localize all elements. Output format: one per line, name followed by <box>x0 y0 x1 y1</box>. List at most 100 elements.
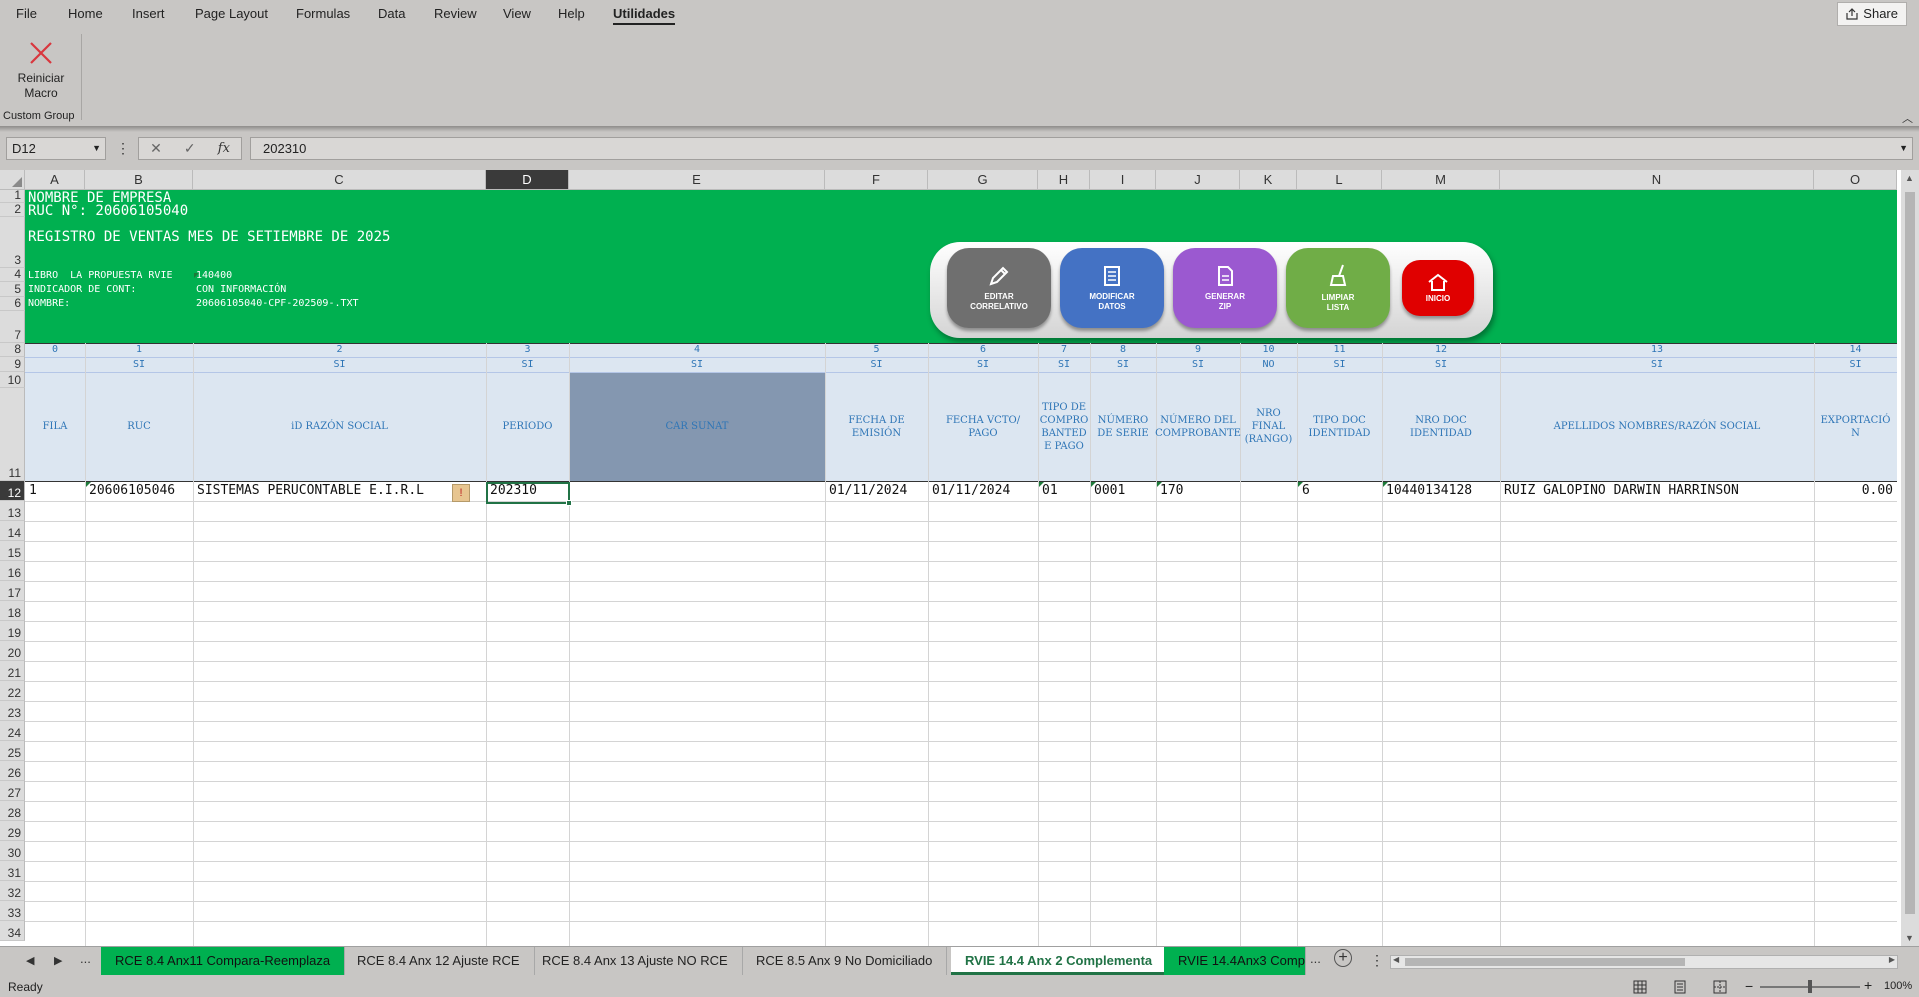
row-header-33[interactable]: 33 <box>0 901 25 921</box>
tab-page-layout[interactable]: Page Layout <box>195 6 268 21</box>
column-header-o[interactable]: O <box>1814 170 1897 190</box>
scroll-right-icon[interactable]: ▶ <box>1889 955 1895 964</box>
tab-data[interactable]: Data <box>378 6 405 21</box>
column-header-g[interactable]: G <box>928 170 1038 190</box>
formula-input[interactable]: 202310 ▼ <box>250 137 1913 160</box>
row-header-6[interactable]: 6 <box>0 296 25 311</box>
row-header-24[interactable]: 24 <box>0 721 25 741</box>
row-header-16[interactable]: 16 <box>0 561 25 581</box>
column-header-k[interactable]: K <box>1240 170 1297 190</box>
zoom-slider-knob[interactable] <box>1808 980 1812 993</box>
enter-icon[interactable]: ✓ <box>184 140 196 157</box>
sheet-tab-rce-anx9[interactable]: RCE 8.5 Anx 9 No Domiciliado <box>742 947 948 975</box>
cell-apellidos[interactable]: RUIZ GALOPINO DARWIN HARRINSON <box>1504 482 1812 500</box>
cell-fila[interactable]: 1 <box>29 482 83 500</box>
column-header-f[interactable]: F <box>825 170 928 190</box>
row-header-3[interactable]: 3 <box>0 217 25 268</box>
row-header-30[interactable]: 30 <box>0 841 25 861</box>
generar-zip-button[interactable]: GENERAR ZIP <box>1173 248 1277 328</box>
sheet-tab-rce-anx13[interactable]: RCE 8.4 Anx 13 Ajuste NO RCE <box>528 947 743 975</box>
column-header-n[interactable]: N <box>1500 170 1814 190</box>
row-header-25[interactable]: 25 <box>0 741 25 761</box>
column-header-m[interactable]: M <box>1382 170 1500 190</box>
warning-icon[interactable]: ! <box>452 484 470 502</box>
name-box[interactable]: D12 ▼ <box>6 137 106 160</box>
tab-review[interactable]: Review <box>434 6 477 21</box>
cell-razon-social[interactable]: SISTEMAS PERUCONTABLE E.I.R.L <box>197 482 451 500</box>
row-header-22[interactable]: 22 <box>0 681 25 701</box>
cell-numero-serie[interactable]: 0001 <box>1094 482 1154 500</box>
row-header-32[interactable]: 32 <box>0 881 25 901</box>
row-header-10[interactable]: 10 <box>0 372 25 388</box>
more-options-icon[interactable]: ⋮ <box>116 140 130 157</box>
sheet-options-icon[interactable]: ⋮ <box>1370 952 1384 969</box>
row-header-19[interactable]: 19 <box>0 621 25 641</box>
cell-ruc[interactable]: 20606105046 <box>89 482 191 500</box>
vertical-scrollbar[interactable]: ▲ ▼ <box>1901 170 1919 946</box>
scroll-down-icon[interactable]: ▼ <box>1905 933 1914 943</box>
row-header-4[interactable]: 4 <box>0 267 25 282</box>
fill-handle[interactable] <box>566 500 572 506</box>
page-layout-view-icon[interactable] <box>1673 980 1687 994</box>
reiniciar-macro-button[interactable]: Reiniciar Macro <box>6 34 76 104</box>
row-header-9[interactable]: 9 <box>0 357 25 372</box>
cell-numero-comprobante[interactable]: 170 <box>1160 482 1238 500</box>
column-header-l[interactable]: L <box>1297 170 1382 190</box>
chevron-down-icon[interactable]: ▼ <box>92 138 101 159</box>
sheet-tab-rvie-anx2[interactable]: RVIE 14.4 Anx 2 Complementa <box>951 947 1168 975</box>
expand-formula-icon[interactable]: ▼ <box>1899 138 1908 159</box>
select-all-corner[interactable] <box>0 170 25 190</box>
tab-formulas[interactable]: Formulas <box>296 6 350 21</box>
modificar-datos-button[interactable]: MODIFICAR DATOS <box>1060 248 1164 328</box>
row-header-17[interactable]: 17 <box>0 581 25 601</box>
more-sheets-left[interactable]: ... <box>80 951 91 966</box>
cancel-icon[interactable]: ✕ <box>150 140 162 157</box>
sheet-tab-rce-anx11[interactable]: RCE 8.4 Anx11 Compara-Reemplaza <box>101 947 346 975</box>
row-header-31[interactable]: 31 <box>0 861 25 881</box>
row-header-7[interactable]: 7 <box>0 311 25 343</box>
row-header-18[interactable]: 18 <box>0 601 25 621</box>
cell-tipo-doc[interactable]: 6 <box>1302 482 1380 500</box>
horizontal-scroll-thumb[interactable] <box>1405 958 1685 966</box>
row-header-29[interactable]: 29 <box>0 821 25 841</box>
column-header-h[interactable]: H <box>1038 170 1090 190</box>
tab-file[interactable]: File <box>16 6 37 21</box>
row-header-20[interactable]: 20 <box>0 641 25 661</box>
zoom-level[interactable]: 100% <box>1884 980 1912 992</box>
add-sheet-icon[interactable]: + <box>1334 949 1352 967</box>
normal-view-icon[interactable] <box>1633 980 1647 994</box>
sheet-tab-rce-anx12[interactable]: RCE 8.4 Anx 12 Ajuste RCE <box>343 947 535 975</box>
zoom-out-icon[interactable]: − <box>1745 978 1753 994</box>
share-button[interactable]: Share <box>1837 2 1907 26</box>
scroll-up-icon[interactable]: ▲ <box>1905 173 1914 183</box>
zoom-in-icon[interactable]: + <box>1864 977 1872 993</box>
limpiar-lista-button[interactable]: LIMPIAR LISTA <box>1286 248 1390 328</box>
cell-fecha-emision[interactable]: 01/11/2024 <box>829 482 926 500</box>
cell-tipo-comprobante[interactable]: 01 <box>1042 482 1088 500</box>
column-header-j[interactable]: J <box>1156 170 1240 190</box>
scroll-left-icon[interactable]: ◀ <box>1393 955 1399 964</box>
worksheet-grid[interactable]: A B C D E F G H I J K L M N O 1 2 3 4 5 … <box>0 170 1919 946</box>
column-header-c[interactable]: C <box>193 170 486 190</box>
row-header-34[interactable]: 34 <box>0 921 25 941</box>
tab-help[interactable]: Help <box>558 6 585 21</box>
next-sheet-icon[interactable]: ▶ <box>54 954 62 967</box>
horizontal-scrollbar[interactable]: ◀ ▶ <box>1390 955 1898 969</box>
column-header-e[interactable]: E <box>569 170 825 190</box>
prev-sheet-icon[interactable]: ◀ <box>26 954 34 967</box>
sheet-tab-rvie-anx3[interactable]: RVIE 14.4Anx3 Compa <box>1164 947 1306 975</box>
row-header-13[interactable]: 13 <box>0 501 25 521</box>
row-header-21[interactable]: 21 <box>0 661 25 681</box>
row-header-5[interactable]: 5 <box>0 282 25 297</box>
row-header-1[interactable]: 1 <box>0 188 25 203</box>
vertical-scroll-thumb[interactable] <box>1905 192 1915 914</box>
column-header-i[interactable]: I <box>1090 170 1156 190</box>
cell-exportacion[interactable]: 0.00 <box>1818 482 1893 500</box>
row-header-26[interactable]: 26 <box>0 761 25 781</box>
tab-view[interactable]: View <box>503 6 531 21</box>
row-header-23[interactable]: 23 <box>0 701 25 721</box>
row-header-11[interactable]: 11 <box>0 388 25 481</box>
page-break-view-icon[interactable] <box>1713 980 1727 994</box>
more-sheets-right[interactable]: ... <box>1310 951 1321 966</box>
row-header-14[interactable]: 14 <box>0 521 25 541</box>
